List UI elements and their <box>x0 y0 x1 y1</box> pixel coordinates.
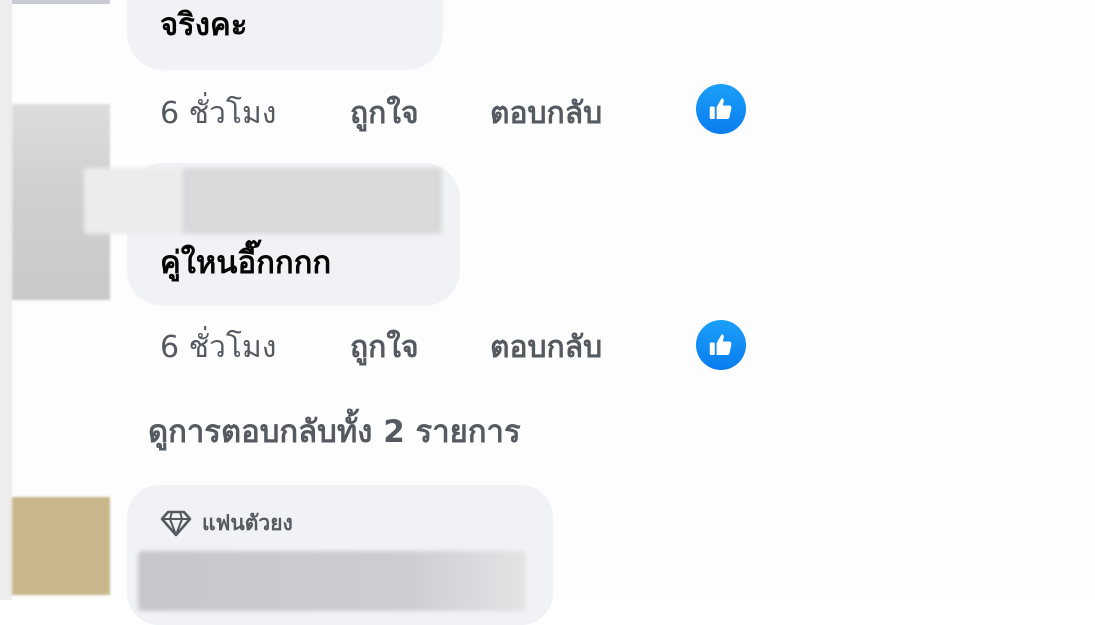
comment-timestamp[interactable]: 6 ชั่วโมง <box>160 326 276 370</box>
commenter-name-redacted[interactable] <box>138 551 526 611</box>
previous-avatar-edge <box>12 0 110 4</box>
top-fan-badge: แฟนตัวยง <box>160 508 293 538</box>
left-edge <box>0 0 12 600</box>
comment-text: คู่ใหนอี๊กกกก <box>160 245 332 281</box>
reply-button[interactable]: ตอบกลับ <box>490 92 602 136</box>
commenter-name-redacted <box>84 168 184 234</box>
like-button[interactable]: ถูกใจ <box>350 92 419 136</box>
fan-badge-label: แฟนตัวยง <box>202 510 293 535</box>
commenter-name-redacted[interactable] <box>182 168 442 234</box>
view-replies-link[interactable]: ดูการตอบกลับทั้ง 2 รายการ <box>148 410 521 454</box>
thumbs-up-icon[interactable] <box>696 84 746 134</box>
comment-text: จริงคะ <box>160 7 248 43</box>
like-button[interactable]: ถูกใจ <box>350 326 419 370</box>
reply-button[interactable]: ตอบกลับ <box>490 326 602 370</box>
comment-timestamp[interactable]: 6 ชั่วโมง <box>160 92 276 136</box>
avatar[interactable] <box>12 497 110 595</box>
diamond-icon <box>160 508 192 538</box>
thumbs-up-icon[interactable] <box>696 320 746 370</box>
